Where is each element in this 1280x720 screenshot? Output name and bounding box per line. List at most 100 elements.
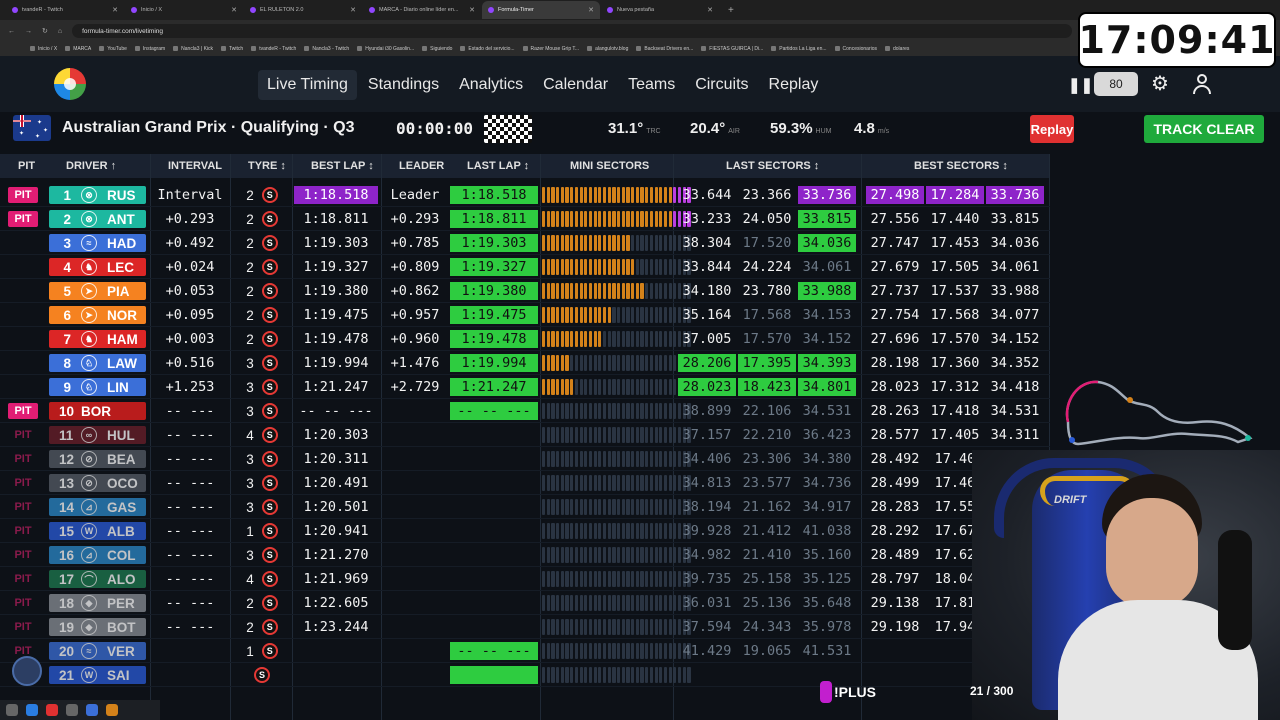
- browser-tab[interactable]: EL RULETON 2.0 ✕: [244, 1, 362, 19]
- bookmark-item[interactable]: MARCA: [65, 46, 91, 52]
- nav-item-live-timing[interactable]: Live Timing: [258, 70, 357, 100]
- bookmark-item[interactable]: Nancla3 - Twitch: [304, 46, 349, 52]
- driver-cell[interactable]: 9 ♘ LIN: [49, 378, 146, 396]
- close-icon[interactable]: ✕: [588, 6, 594, 14]
- app-icon[interactable]: [106, 704, 118, 716]
- close-icon[interactable]: ✕: [469, 6, 475, 14]
- table-row[interactable]: PIT21WSAIS: [0, 663, 1050, 687]
- forward-icon[interactable]: →: [25, 28, 32, 35]
- browser-icon[interactable]: [26, 704, 38, 716]
- table-row[interactable]: PIT 12 ⊘ BEA -- --- 3 S 1:20.311 34.406 23.306 34.…: [0, 447, 1050, 471]
- nav-item-teams[interactable]: Teams: [619, 70, 684, 100]
- table-row[interactable]: PIT 14 ⊿ GAS -- --- 3 S 1:20.501 38.194 21.162 34.…: [0, 495, 1050, 519]
- bookmark-item[interactable]: Backseat Drivers en...: [636, 46, 693, 52]
- driver-cell[interactable]: 6 ➤ NOR: [49, 306, 146, 324]
- driver-cell[interactable]: 21 W SAI: [49, 666, 146, 684]
- driver-cell[interactable]: 15 W ALB: [49, 522, 146, 540]
- driver-cell[interactable]: 13 ⊘ OCO: [49, 474, 146, 492]
- driver-cell[interactable]: 11 ∞ HUL: [49, 426, 146, 444]
- nav-item-replay[interactable]: Replay: [760, 70, 828, 100]
- driver-cell[interactable]: 19 ◆ BOT: [49, 618, 146, 636]
- bookmark-item[interactable]: Partidos La Liga en...: [771, 46, 826, 52]
- browser-tab[interactable]: Nueva pestaña ✕: [601, 1, 719, 19]
- bookmark-item[interactable]: FIESTAS GUIRCA | Di...: [701, 46, 763, 52]
- driver-cell[interactable]: 17 ⌒ ALO: [49, 570, 146, 588]
- nav-item-standings[interactable]: Standings: [359, 70, 448, 100]
- driver-cell[interactable]: 5 ➤ PIA: [49, 282, 146, 300]
- table-row[interactable]: PIT 19 ◆ BOT -- --- 2 S 1:23.244 37.594 24.343 35.…: [0, 615, 1050, 639]
- table-row[interactable]: PIT 1 ⊗ RUS Interval 2 S 1:18.518 Leader 1:18.518…: [0, 183, 1050, 207]
- avatar[interactable]: [12, 656, 42, 686]
- header-last-sectors[interactable]: LAST SECTORS ↕: [726, 160, 819, 172]
- user-icon[interactable]: [1192, 73, 1212, 95]
- bookmark-item[interactable]: Siguiendo: [422, 46, 452, 52]
- table-row[interactable]: PIT 16 ⊿ COL -- --- 3 S 1:21.270 34.982 21.410 35.…: [0, 543, 1050, 567]
- driver-cell[interactable]: 16 ⊿ COL: [49, 546, 146, 564]
- app-icon[interactable]: [46, 704, 58, 716]
- playback-speed[interactable]: 80: [1094, 72, 1138, 96]
- bookmark-item[interactable]: Inicio / X: [30, 46, 57, 52]
- driver-cell[interactable]: 12 ⊘ BEA: [49, 450, 146, 468]
- driver-cell[interactable]: 4 ♞ LEC: [49, 258, 146, 276]
- bookmark-item[interactable]: Instagram: [135, 46, 165, 52]
- browser-tab[interactable]: Inicio / X ✕: [125, 1, 243, 19]
- driver-cell[interactable]: 2 ⊗ ANT: [49, 210, 146, 228]
- browser-tab[interactable]: tvandeR - Twitch ✕: [6, 1, 124, 19]
- driver-cell[interactable]: 1 ⊗ RUS: [49, 186, 146, 204]
- close-icon[interactable]: ✕: [350, 6, 356, 14]
- driver-cell[interactable]: 7 ♞ HAM: [49, 330, 146, 348]
- bookmark-item[interactable]: Estado del servicio...: [460, 46, 514, 52]
- bookmark-item[interactable]: alangulotv.blog: [587, 46, 628, 52]
- home-icon[interactable]: ⌂: [58, 28, 62, 35]
- app-icon[interactable]: [66, 704, 78, 716]
- header-best-lap[interactable]: BEST LAP ↕: [311, 160, 374, 172]
- url-field[interactable]: formula-timer.com/livetiming: [72, 24, 1073, 38]
- table-row[interactable]: 3 ≈ HAD +0.492 2 S 1:19.303 +0.785 1:19.303 38.30…: [0, 231, 1050, 255]
- nav-item-calendar[interactable]: Calendar: [534, 70, 617, 100]
- bookmark-item[interactable]: Twitch: [221, 46, 243, 52]
- bookmark-item[interactable]: dolares: [885, 46, 909, 52]
- reload-icon[interactable]: ↻: [42, 27, 48, 35]
- table-row[interactable]: PIT20≈VER1S-- -- ---41.42919.06541.53119…: [0, 639, 1050, 663]
- table-row[interactable]: 8 ♘ LAW +0.516 3 S 1:19.994 +1.476 1:19.994 28.20…: [0, 351, 1050, 375]
- replay-button[interactable]: Replay: [1030, 115, 1074, 143]
- table-row[interactable]: 5 ➤ PIA +0.053 2 S 1:19.380 +0.862 1:19.380 34.18…: [0, 279, 1050, 303]
- header-last-lap[interactable]: LAST LAP ↕: [467, 160, 529, 172]
- table-row[interactable]: PIT 17 ⌒ ALO -- --- 4 S 1:21.969 39.735 25.158 35.…: [0, 567, 1050, 591]
- browser-tab[interactable]: Formula-Timer ✕: [482, 1, 600, 19]
- driver-cell[interactable]: 14 ⊿ GAS: [49, 498, 146, 516]
- bookmark-item[interactable]: Razer Mouse Grip T...: [523, 46, 580, 52]
- nav-item-analytics[interactable]: Analytics: [450, 70, 532, 100]
- table-row[interactable]: PIT 10 BOR -- --- 3 S -- -- --- -- -- --- 38.899…: [0, 399, 1050, 423]
- browser-tab[interactable]: MARCA - Diario online líder en... ✕: [363, 1, 481, 19]
- table-row[interactable]: PIT 15 W ALB -- --- 1 S 1:20.941 39.928 21.412 41.…: [0, 519, 1050, 543]
- driver-cell[interactable]: 3 ≈ HAD: [49, 234, 146, 252]
- driver-cell[interactable]: 20 ≈ VER: [49, 642, 146, 660]
- table-row[interactable]: 9 ♘ LIN +1.253 3 S 1:21.247 +2.729 1:21.247 28.02…: [0, 375, 1050, 399]
- back-icon[interactable]: ←: [8, 28, 15, 35]
- gear-icon[interactable]: ⚙: [1148, 72, 1172, 96]
- start-icon[interactable]: [6, 704, 18, 716]
- bookmark-item[interactable]: tvandeR - Twitch: [251, 46, 296, 52]
- header-best-sectors[interactable]: BEST SECTORS ↕: [914, 160, 1008, 172]
- app-icon[interactable]: [86, 704, 98, 716]
- table-row[interactable]: PIT 18 ◆ PER -- --- 2 S 1:22.605 36.031 25.136 35.…: [0, 591, 1050, 615]
- table-row[interactable]: PIT 13 ⊘ OCO -- --- 3 S 1:20.491 34.813 23.577 34.…: [0, 471, 1050, 495]
- pause-icon[interactable]: ❚❚: [1068, 76, 1093, 94]
- app-logo[interactable]: [54, 68, 86, 100]
- new-tab-icon[interactable]: +: [728, 5, 734, 16]
- nav-item-circuits[interactable]: Circuits: [686, 70, 757, 100]
- driver-cell[interactable]: 8 ♘ LAW: [49, 354, 146, 372]
- bookmark-item[interactable]: YouTube: [99, 46, 127, 52]
- close-icon[interactable]: ✕: [112, 6, 118, 14]
- table-row[interactable]: PIT 2 ⊗ ANT +0.293 2 S 1:18.811 +0.293 1:18.811 33…: [0, 207, 1050, 231]
- table-row[interactable]: 6 ➤ NOR +0.095 2 S 1:19.475 +0.957 1:19.475 35.16…: [0, 303, 1050, 327]
- bookmark-item[interactable]: Hyundai i30 Gasolin...: [357, 46, 414, 52]
- close-icon[interactable]: ✕: [707, 6, 713, 14]
- bookmark-item[interactable]: Nancla3 | Kick: [173, 46, 213, 52]
- driver-cell[interactable]: 18 ◆ PER: [49, 594, 146, 612]
- driver-cell[interactable]: 10 BOR: [49, 402, 146, 420]
- bookmark-item[interactable]: Concesionarios: [835, 46, 877, 52]
- header-tyre[interactable]: TYRE ↕: [248, 160, 286, 172]
- header-driver[interactable]: DRIVER ↑: [66, 160, 116, 172]
